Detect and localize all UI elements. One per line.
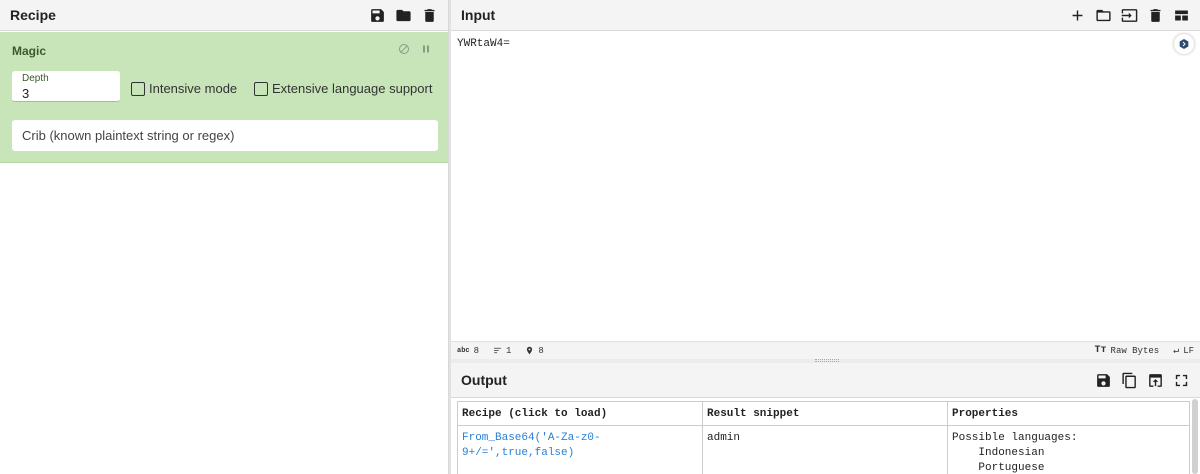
layout-toggle-icon[interactable]	[1172, 6, 1190, 24]
properties-language-1: Indonesian	[952, 447, 1045, 459]
column-header-recipe: Recipe (click to load)	[457, 401, 703, 426]
recipe-cell[interactable]: From_Base64('A-Za-z0- 9+/=',true,false)	[457, 425, 703, 474]
return-arrow-icon: ↵	[1173, 345, 1180, 357]
magic-results-table: Recipe (click to load) Result snippet Pr…	[457, 401, 1190, 474]
clear-recipe-trash-icon[interactable]	[420, 6, 438, 24]
input-panel: Input YWRtaW4= abc 8 1 8 Tт Raw Bytes ↵ …	[451, 0, 1200, 359]
position-stat: 8	[525, 345, 544, 356]
output-header-icons	[1094, 371, 1190, 389]
magic-operation: Magic Depth Intensive mode Extensive lan…	[0, 32, 448, 163]
line-count-stat: 1	[493, 346, 511, 356]
load-recipe-folder-icon[interactable]	[394, 6, 412, 24]
location-pin-icon	[527, 346, 533, 355]
maximize-icon[interactable]	[1172, 371, 1190, 389]
column-header-result: Result snippet	[702, 401, 948, 426]
magic-results-table-wrap: Recipe (click to load) Result snippet Pr…	[457, 401, 1190, 474]
properties-title: Possible languages:	[952, 432, 1078, 444]
char-count-stat: abc 8	[457, 346, 479, 356]
open-file-folder-icon[interactable]	[1094, 6, 1112, 24]
clear-input-trash-icon[interactable]	[1146, 6, 1164, 24]
recipe-header: Recipe	[0, 0, 448, 31]
properties-cell: Possible languages: Indonesian Portugues…	[947, 425, 1190, 474]
eol-label: LF	[1183, 345, 1194, 356]
table-row: From_Base64('A-Za-z0- 9+/=',true,false) …	[457, 425, 1190, 474]
output-header: Output	[451, 363, 1200, 398]
encoding-selector[interactable]: Tт Raw Bytes	[1095, 345, 1160, 356]
status-right: Tт Raw Bytes ↵ LF	[1095, 345, 1194, 357]
pause-operation-icon[interactable]	[419, 42, 433, 56]
intensive-mode-box[interactable]	[131, 81, 145, 96]
recipe-load-link-line2[interactable]: 9+/=',true,false)	[462, 446, 698, 461]
save-recipe-icon[interactable]	[368, 6, 386, 24]
extensive-language-checkbox[interactable]: Extensive language support	[254, 81, 432, 96]
recipe-load-link-line1[interactable]: From_Base64('A-Za-z0-	[462, 431, 698, 446]
cyberchef-app: Recipe Magic Depth 3 Intensive mode Exte…	[0, 0, 1200, 474]
table-header-row: Recipe (click to load) Result snippet Pr…	[457, 401, 1190, 426]
encoding-label: Raw Bytes	[1110, 345, 1160, 356]
input-header: Input	[451, 0, 1200, 31]
depth-input[interactable]	[22, 86, 102, 101]
input-textarea[interactable]: YWRtaW4=	[451, 32, 1200, 341]
recipe-title: Recipe	[10, 7, 56, 23]
copy-output-icon[interactable]	[1120, 371, 1138, 389]
output-title: Output	[461, 372, 507, 388]
depth-field[interactable]: Depth	[12, 71, 120, 102]
disable-operation-icon[interactable]	[397, 42, 411, 56]
replace-input-icon[interactable]	[1146, 371, 1164, 389]
extensive-language-label: Extensive language support	[272, 81, 433, 96]
cyberchef-hexagon-icon[interactable]	[1174, 34, 1194, 54]
depth-label: Depth	[22, 73, 49, 84]
output-panel: Output Recipe (click to load) Result sni…	[451, 363, 1200, 474]
lines-icon	[494, 347, 501, 354]
operation-title: Magic	[12, 44, 47, 58]
intensive-mode-checkbox[interactable]: Intensive mode	[131, 81, 237, 96]
input-title: Input	[461, 7, 496, 23]
input-status-bar: abc 8 1 8 Tт Raw Bytes ↵ LF	[451, 341, 1200, 359]
intensive-mode-label: Intensive mode	[149, 81, 238, 96]
properties-language-2: Portuguese	[952, 462, 1045, 474]
cursor-position: 8	[538, 345, 544, 356]
add-input-plus-icon[interactable]	[1068, 6, 1086, 24]
char-count: 8	[473, 345, 480, 356]
crib-input[interactable]: Crib (known plaintext string or regex)	[12, 120, 438, 151]
result-snippet-cell: admin	[702, 425, 948, 474]
load-input-icon[interactable]	[1120, 6, 1138, 24]
splitter-grip[interactable]	[815, 359, 839, 362]
text-type-icon: Tт	[1094, 345, 1107, 356]
output-scrollbar[interactable]	[1192, 399, 1198, 474]
eol-selector[interactable]: ↵ LF	[1173, 345, 1194, 357]
save-output-icon[interactable]	[1094, 371, 1112, 389]
line-count: 1	[506, 345, 512, 356]
extensive-language-box[interactable]	[254, 81, 268, 96]
input-header-icons	[1068, 6, 1190, 24]
column-header-properties: Properties	[947, 401, 1190, 426]
recipe-header-icons	[368, 6, 438, 24]
recipe-panel: Recipe Magic Depth 3 Intensive mode Exte…	[0, 0, 449, 474]
abc-icon: abc	[457, 346, 470, 355]
